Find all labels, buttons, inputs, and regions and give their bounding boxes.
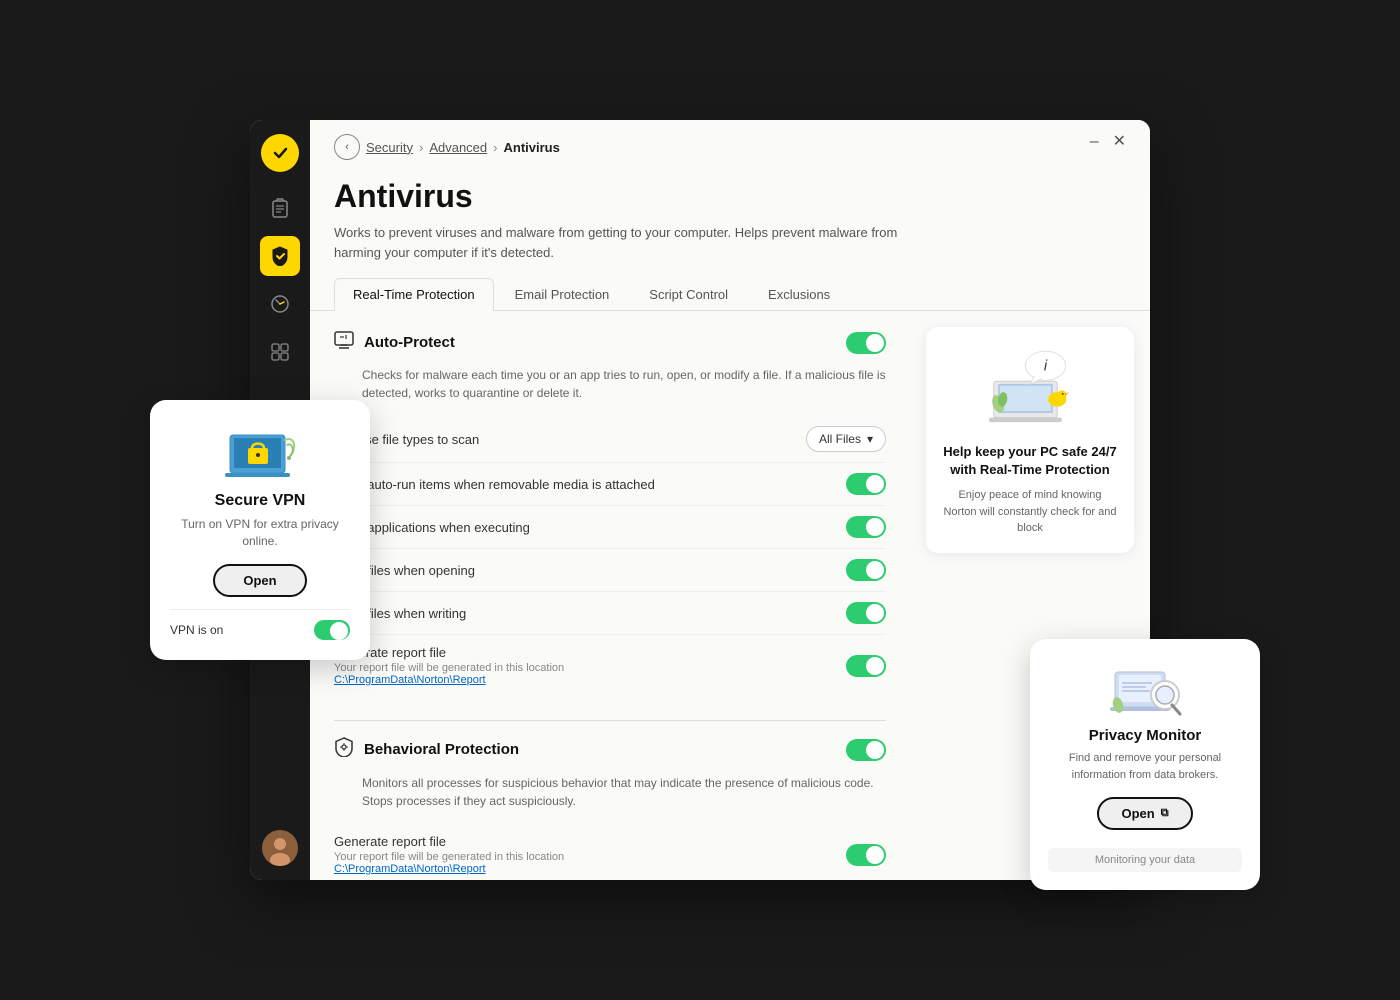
back-button[interactable]: ‹ bbox=[334, 134, 360, 160]
behavioral-title: Behavioral Protection bbox=[364, 741, 519, 758]
behav-report-toggle[interactable]: ✓ bbox=[846, 844, 886, 866]
auto-protect-section: Auto-Protect ✓ Checks for malware each t… bbox=[334, 331, 886, 696]
behav-report-label: Generate report file bbox=[334, 834, 846, 849]
autorun-toggle[interactable]: ✓ bbox=[846, 473, 886, 495]
tab-script[interactable]: Script Control bbox=[630, 278, 747, 310]
breadcrumb-current: Antivirus bbox=[503, 140, 559, 155]
section-divider bbox=[334, 720, 886, 721]
auto-protect-icon bbox=[334, 331, 354, 354]
external-link-icon: ⧉ bbox=[1161, 807, 1169, 820]
behavioral-icon bbox=[334, 737, 354, 762]
report-file-label: Generate report file bbox=[334, 645, 846, 660]
apps-executing-row: Scan applications when executing ✓ bbox=[334, 506, 886, 549]
norton-logo-icon bbox=[261, 134, 299, 172]
breadcrumb: ‹ Security › Advanced › Antivirus bbox=[334, 134, 560, 160]
main-window: ‹ Security › Advanced › Antivirus – ✕ An… bbox=[250, 120, 1150, 880]
privacy-illustration bbox=[1110, 657, 1180, 717]
auto-protect-desc: Checks for malware each time you or an a… bbox=[334, 366, 886, 402]
clipboard-icon[interactable] bbox=[260, 188, 300, 228]
close-button[interactable]: ✕ bbox=[1113, 134, 1126, 150]
behavioral-toggle[interactable]: ✓ bbox=[846, 739, 886, 761]
auto-protect-header: Auto-Protect ✓ bbox=[334, 331, 886, 354]
promo-card-title: Help keep your PC safe 24/7 with Real-Ti… bbox=[942, 443, 1118, 479]
tab-email[interactable]: Email Protection bbox=[496, 278, 629, 310]
window-controls: – ✕ bbox=[1090, 134, 1126, 150]
privacy-open-label: Open bbox=[1121, 806, 1154, 821]
title-bar: ‹ Security › Advanced › Antivirus – ✕ bbox=[310, 120, 1150, 160]
main-split: Auto-Protect ✓ Checks for malware each t… bbox=[310, 311, 1150, 880]
behav-report-row: Generate report file Your report file wi… bbox=[334, 824, 886, 880]
apps-executing-label: Scan applications when executing bbox=[334, 520, 846, 535]
privacy-desc: Find and remove your personal informatio… bbox=[1048, 750, 1242, 783]
apps-icon[interactable] bbox=[260, 332, 300, 372]
file-types-row: Choose file types to scan All Files ▾ bbox=[334, 416, 886, 463]
breadcrumb-advanced[interactable]: Advanced bbox=[429, 140, 487, 155]
privacy-open-button[interactable]: Open ⧉ bbox=[1097, 797, 1192, 830]
user-avatar[interactable] bbox=[262, 830, 298, 866]
page-title: Antivirus bbox=[334, 178, 1126, 215]
autorun-row: Scan auto-run items when removable media… bbox=[334, 463, 886, 506]
behav-report-path[interactable]: C:\ProgramData\Norton\Report bbox=[334, 863, 846, 875]
promo-illustration: i bbox=[942, 343, 1118, 433]
vpn-desc: Turn on VPN for extra privacy online. bbox=[170, 516, 350, 550]
file-type-dropdown[interactable]: All Files ▾ bbox=[806, 426, 886, 452]
files-writing-row: Scan files when writing ✓ bbox=[334, 592, 886, 635]
privacy-popup: Privacy Monitor Find and remove your per… bbox=[1030, 639, 1260, 890]
page-header: Antivirus Works to prevent viruses and m… bbox=[310, 160, 1150, 262]
breadcrumb-sep2: › bbox=[493, 140, 497, 155]
tab-exclusions[interactable]: Exclusions bbox=[749, 278, 849, 310]
files-opening-label: Scan files when opening bbox=[334, 563, 846, 578]
privacy-title: Privacy Monitor bbox=[1048, 727, 1242, 744]
settings-panel: Auto-Protect ✓ Checks for malware each t… bbox=[310, 311, 910, 880]
file-types-label: Choose file types to scan bbox=[334, 432, 806, 447]
vpn-toggle[interactable]: ✓ bbox=[314, 620, 350, 640]
breadcrumb-sep1: › bbox=[419, 140, 423, 155]
shield-icon[interactable] bbox=[260, 236, 300, 276]
vpn-status-text: VPN is on bbox=[170, 623, 223, 637]
files-opening-row: Scan files when opening ✓ bbox=[334, 549, 886, 592]
vpn-illustration bbox=[220, 420, 300, 480]
tab-realtime[interactable]: Real-Time Protection bbox=[334, 278, 494, 311]
page-description: Works to prevent viruses and malware fro… bbox=[334, 223, 934, 262]
promo-card-desc: Enjoy peace of mind knowing Norton will … bbox=[942, 487, 1118, 537]
behavioral-header: Behavioral Protection ✓ bbox=[334, 737, 886, 762]
auto-protect-title: Auto-Protect bbox=[364, 334, 455, 351]
vpn-popup: Secure VPN Turn on VPN for extra privacy… bbox=[150, 400, 370, 660]
report-file-path[interactable]: C:\ProgramData\Norton\Report bbox=[334, 674, 846, 686]
privacy-status: Monitoring your data bbox=[1048, 848, 1242, 872]
performance-icon[interactable] bbox=[260, 284, 300, 324]
minimize-button[interactable]: – bbox=[1090, 134, 1099, 150]
realtime-promo-card: i Help keep your PC safe bbox=[926, 327, 1134, 553]
behav-report-sublabel: Your report file will be generated in th… bbox=[334, 851, 846, 863]
report-file-row: Generate report file Your report file wi… bbox=[334, 635, 886, 696]
files-writing-toggle[interactable]: ✓ bbox=[846, 602, 886, 624]
behavioral-section: Behavioral Protection ✓ Monitors all pro… bbox=[334, 737, 886, 880]
files-writing-label: Scan files when writing bbox=[334, 606, 846, 621]
report-file-toggle[interactable]: ✓ bbox=[846, 655, 886, 677]
report-file-sublabel: Your report file will be generated in th… bbox=[334, 662, 846, 674]
vpn-status-row: VPN is on ✓ bbox=[170, 609, 350, 640]
behavioral-title-row: Behavioral Protection bbox=[334, 737, 519, 762]
vpn-open-button[interactable]: Open bbox=[213, 564, 306, 597]
behavioral-desc: Monitors all processes for suspicious be… bbox=[334, 774, 886, 810]
breadcrumb-security[interactable]: Security bbox=[366, 140, 413, 155]
auto-protect-toggle[interactable]: ✓ bbox=[846, 332, 886, 354]
autorun-label: Scan auto-run items when removable media… bbox=[334, 477, 846, 492]
tab-bar: Real-Time Protection Email Protection Sc… bbox=[310, 262, 1150, 311]
files-opening-toggle[interactable]: ✓ bbox=[846, 559, 886, 581]
content-area: ‹ Security › Advanced › Antivirus – ✕ An… bbox=[310, 120, 1150, 880]
apps-executing-toggle[interactable]: ✓ bbox=[846, 516, 886, 538]
auto-protect-title-row: Auto-Protect bbox=[334, 331, 455, 354]
dropdown-arrow-icon: ▾ bbox=[867, 432, 873, 446]
vpn-title: Secure VPN bbox=[170, 492, 350, 510]
